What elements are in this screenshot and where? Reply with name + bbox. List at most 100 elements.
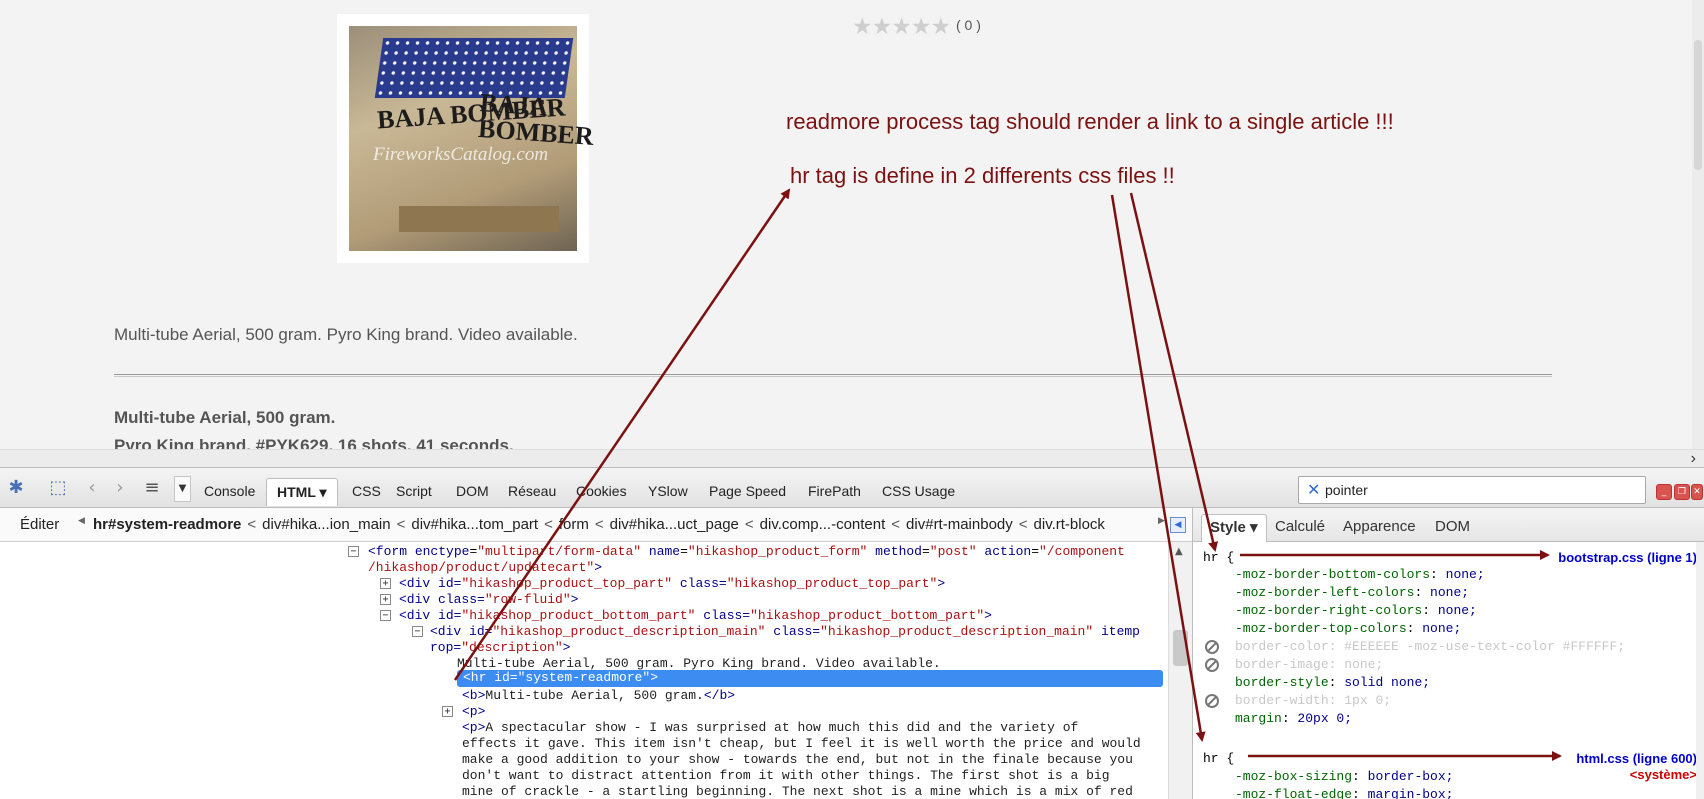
page-vertical-scrollbar[interactable] bbox=[1692, 0, 1704, 449]
edit-button[interactable]: Éditer bbox=[20, 516, 59, 533]
clear-search-icon[interactable]: ✕ bbox=[1307, 480, 1320, 499]
tab-css[interactable]: CSS bbox=[342, 478, 391, 506]
rule-selector[interactable]: hr { bbox=[1203, 750, 1234, 768]
attr-value: "hikashop_product_bottom_part" bbox=[750, 608, 985, 623]
expand-icon[interactable]: + bbox=[380, 594, 391, 605]
css-property[interactable]: -moz-float-edge: margin-box; bbox=[1235, 786, 1453, 799]
breadcrumb-item[interactable]: form bbox=[559, 516, 589, 533]
tree-line-div-top[interactable]: <div id="hikashop_product_top_part" clas… bbox=[399, 576, 945, 592]
stylesheet-link[interactable]: bootstrap.css (ligne 1) bbox=[1558, 550, 1697, 565]
tree-line-p-collapsed[interactable]: <p> bbox=[462, 704, 485, 720]
tab-css-usage[interactable]: CSS Usage bbox=[872, 478, 965, 506]
product-watermark: FireworksCatalog.com bbox=[373, 144, 549, 165]
css-property-overridden[interactable]: border-image: none; bbox=[1235, 656, 1383, 674]
css-property[interactable]: -moz-border-left-colors: none; bbox=[1235, 584, 1469, 602]
tree-line-div-bottom[interactable]: <div id="hikashop_product_bottom_part" c… bbox=[399, 608, 992, 624]
attr-value: "post" bbox=[929, 544, 977, 559]
tree-line-p[interactable]: <p>A spectacular show - I was surprised … bbox=[462, 720, 1078, 736]
property-value: none; bbox=[1422, 621, 1462, 636]
star-icon[interactable]: ★ bbox=[911, 16, 932, 39]
stylesheet-link[interactable]: html.css (ligne 600) bbox=[1576, 751, 1697, 766]
tab-yslow[interactable]: YSlow bbox=[638, 478, 698, 506]
attr-name: name bbox=[648, 544, 681, 559]
tree-line-form[interactable]: <form enctype="multipart/form-data" name… bbox=[368, 544, 1125, 560]
css-property[interactable]: -moz-border-top-colors: none; bbox=[1235, 620, 1461, 638]
css-property[interactable]: -moz-border-bottom-colors: none; bbox=[1235, 566, 1485, 584]
property-name: -moz-box-sizing bbox=[1235, 769, 1353, 784]
tab-firepath[interactable]: FirePath bbox=[798, 478, 871, 506]
node-tag: <div bbox=[399, 608, 431, 623]
attr-name: class= bbox=[679, 576, 727, 591]
node-tag: <div bbox=[399, 576, 431, 591]
collapse-icon[interactable]: − bbox=[348, 546, 359, 557]
crumb-scroll-left-icon[interactable]: ◀ bbox=[78, 516, 85, 526]
tab-dom[interactable]: DOM bbox=[446, 478, 499, 506]
search-box[interactable]: ✕ bbox=[1298, 476, 1646, 504]
breadcrumb-item[interactable]: div#hika...tom_part bbox=[411, 516, 538, 533]
forward-arrow-icon[interactable]: › bbox=[108, 477, 132, 499]
tree-line-div-row[interactable]: <div class="row-fluid"> bbox=[399, 592, 578, 608]
tab-cookies[interactable]: Cookies bbox=[566, 478, 637, 506]
page-horizontal-scrollbar[interactable]: › bbox=[0, 449, 1704, 467]
scroll-up-arrow-icon[interactable]: ▲ bbox=[1175, 546, 1183, 557]
firebug-bug-icon[interactable]: ✱ bbox=[4, 477, 28, 499]
css-property[interactable]: -moz-box-sizing: border-box; bbox=[1235, 768, 1453, 786]
side-panel-scrollbar[interactable] bbox=[1696, 542, 1704, 799]
breadcrumb-item[interactable]: hr#system-readmore bbox=[93, 516, 241, 533]
tab-reseau[interactable]: Réseau bbox=[498, 478, 566, 506]
tab-calcule[interactable]: Calculé bbox=[1267, 514, 1333, 542]
rating-stars[interactable]: ★ ★ ★ ★ ★ bbox=[852, 16, 952, 39]
tab-page-speed[interactable]: Page Speed bbox=[699, 478, 796, 506]
attr-name: enctype bbox=[414, 544, 470, 559]
tree-line-b[interactable]: <b>Multi-tube Aerial, 500 gram.</b> bbox=[462, 688, 735, 704]
detach-icon[interactable]: ❐ bbox=[1674, 484, 1690, 500]
overridden-icon bbox=[1205, 658, 1219, 672]
html-tree-scrollbar[interactable]: ▲ bbox=[1168, 542, 1192, 799]
star-icon[interactable]: ★ bbox=[931, 16, 952, 39]
scroll-right-arrow-icon[interactable]: › bbox=[1691, 450, 1696, 468]
breadcrumb-item[interactable]: div#hika...uct_page bbox=[610, 516, 739, 533]
inspect-element-icon[interactable]: ⬚ bbox=[46, 477, 70, 499]
collapse-icon[interactable]: − bbox=[412, 626, 423, 637]
crumb-collapse-icon[interactable]: ◀ bbox=[1170, 517, 1186, 533]
tab-side-dom[interactable]: DOM bbox=[1427, 514, 1478, 542]
tab-html[interactable]: HTML ▾ bbox=[266, 478, 338, 506]
tab-style[interactable]: Style ▾ bbox=[1201, 514, 1267, 542]
html-tree-scroll-thumb[interactable] bbox=[1173, 630, 1188, 666]
css-property[interactable]: -moz-border-right-colors: none; bbox=[1235, 602, 1477, 620]
tree-line-div-desc[interactable]: <div id="hikashop_product_description_ma… bbox=[430, 624, 1140, 640]
expand-icon[interactable]: + bbox=[442, 706, 453, 717]
menu-list-icon[interactable]: ≡ bbox=[140, 477, 164, 499]
css-property[interactable]: margin: 20px 0; bbox=[1235, 710, 1352, 728]
panel-dropdown-icon[interactable]: ▼ bbox=[174, 476, 191, 502]
search-input[interactable] bbox=[1325, 480, 1635, 500]
page-scroll-thumb[interactable] bbox=[1694, 40, 1702, 170]
rule-selector[interactable]: hr { bbox=[1203, 549, 1234, 567]
breadcrumb-item[interactable]: div.comp...-content bbox=[760, 516, 886, 533]
breadcrumb-item[interactable]: div.rt-block bbox=[1034, 516, 1105, 533]
css-property-overridden[interactable]: border-color: #EEEEEE -moz-use-text-colo… bbox=[1235, 638, 1625, 656]
tab-console[interactable]: Console bbox=[194, 478, 265, 506]
tree-line-form-cont[interactable]: /hikashop/product/updatecart"> bbox=[368, 560, 602, 576]
star-icon[interactable]: ★ bbox=[872, 16, 893, 39]
breadcrumb-item[interactable]: div#hika...ion_main bbox=[262, 516, 390, 533]
tree-line-selected[interactable]: <hr id="system-readmore"> bbox=[457, 670, 1163, 687]
tree-line-div-desc-cont[interactable]: rop="description"> bbox=[430, 640, 570, 656]
tree-line-p-text: don't want to distract attention from it… bbox=[462, 768, 1110, 784]
star-icon[interactable]: ★ bbox=[891, 16, 912, 39]
minimize-icon[interactable]: _ bbox=[1656, 484, 1672, 500]
tab-apparence[interactable]: Apparence bbox=[1335, 514, 1424, 542]
product-brand-right: BAJA BOMBER bbox=[477, 88, 595, 151]
star-icon[interactable]: ★ bbox=[852, 16, 873, 39]
close-icon[interactable]: ✕ bbox=[1691, 484, 1703, 500]
css-property[interactable]: border-style: solid none; bbox=[1235, 674, 1430, 692]
product-box-graphic: BAJA BOMBER BAJA BOMBER FireworksCatalog… bbox=[349, 26, 595, 251]
css-property-overridden[interactable]: border-width: 1px 0; bbox=[1235, 692, 1391, 710]
collapse-icon[interactable]: − bbox=[380, 610, 391, 621]
breadcrumb-item[interactable]: div#rt-mainbody bbox=[906, 516, 1013, 533]
expand-icon[interactable]: + bbox=[380, 578, 391, 589]
tab-script[interactable]: Script bbox=[386, 478, 442, 506]
attr-name: id= bbox=[469, 624, 493, 639]
crumb-scroll-right-icon[interactable]: ▶ bbox=[1158, 516, 1165, 526]
back-arrow-icon[interactable]: ‹ bbox=[80, 477, 104, 499]
